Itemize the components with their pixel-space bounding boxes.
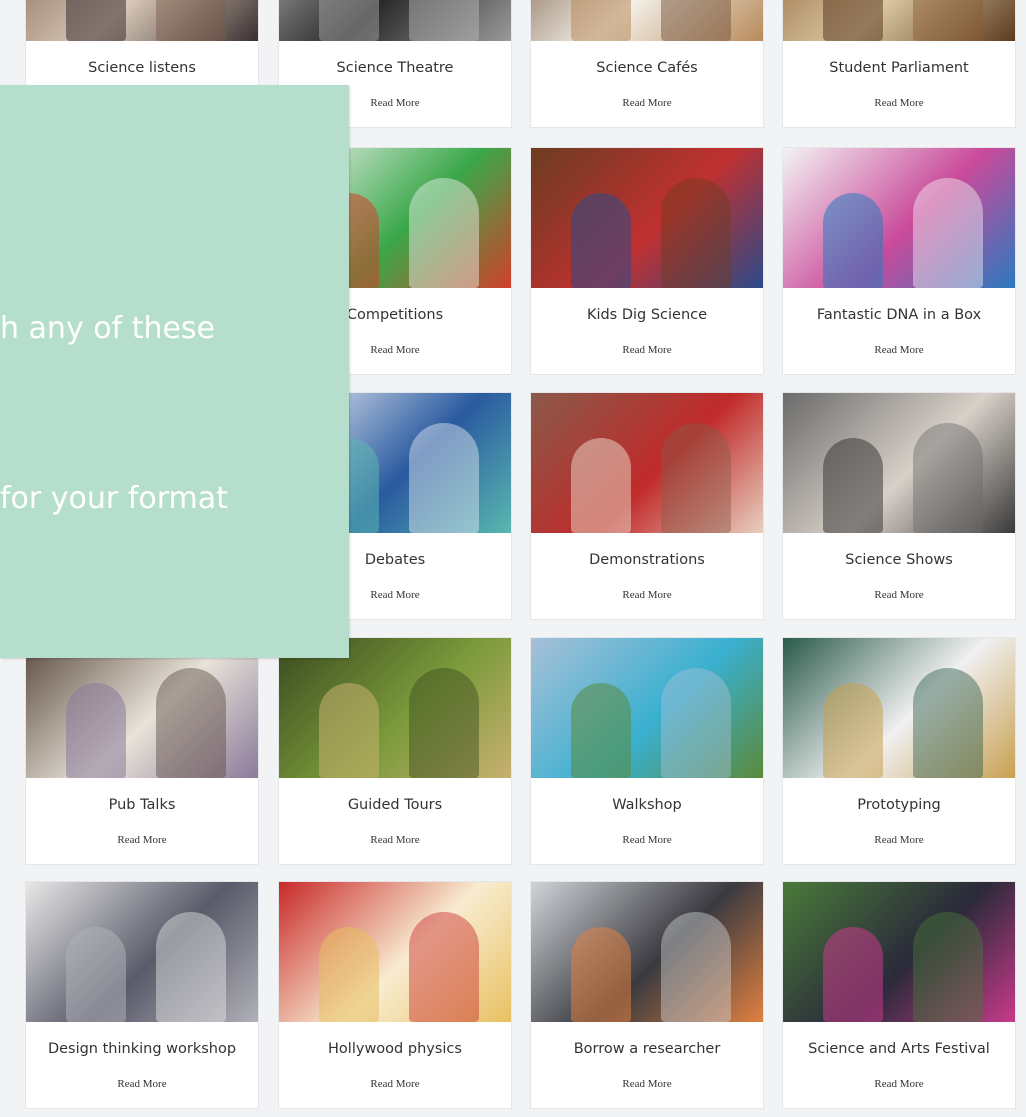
- photo-shape: [571, 927, 631, 1022]
- photo-shape: [319, 0, 379, 41]
- card-image[interactable]: [279, 0, 511, 41]
- activity-card[interactable]: Walkshop Read More: [530, 637, 764, 865]
- card-title: Kids Dig Science: [586, 307, 708, 323]
- card-image[interactable]: [531, 638, 763, 778]
- read-more-link[interactable]: Read More: [783, 589, 1015, 601]
- photo-shape: [156, 668, 226, 778]
- activity-card[interactable]: Kids Dig Science Read More: [530, 147, 764, 375]
- read-more-link[interactable]: Read More: [531, 97, 763, 109]
- card-image[interactable]: [783, 638, 1015, 778]
- photo-shape: [66, 927, 126, 1022]
- read-more-link[interactable]: Read More: [531, 834, 763, 846]
- photo-shape: [409, 0, 479, 41]
- photo-shape: [823, 927, 883, 1022]
- photo-shape: [661, 912, 731, 1022]
- card-title: Hollywood physics: [328, 1041, 462, 1057]
- photo-shape: [571, 683, 631, 778]
- read-more-link[interactable]: Read More: [783, 97, 1015, 109]
- photo-shape: [913, 668, 983, 778]
- photo-shape: [409, 423, 479, 533]
- photo-shape: [571, 193, 631, 288]
- card-image[interactable]: [783, 0, 1015, 41]
- photo-shape: [409, 668, 479, 778]
- photo-shape: [823, 0, 883, 41]
- photo-shape: [571, 0, 631, 41]
- card-image[interactable]: [531, 882, 763, 1022]
- read-more-link[interactable]: Read More: [26, 1078, 258, 1090]
- activity-card[interactable]: Demonstrations Read More: [530, 392, 764, 620]
- card-title: Science listens: [88, 60, 196, 76]
- card-title: Student Parliament: [829, 60, 969, 76]
- read-more-link[interactable]: Read More: [531, 589, 763, 601]
- card-image[interactable]: [783, 148, 1015, 288]
- photo-shape: [409, 912, 479, 1022]
- read-more-link[interactable]: Read More: [279, 834, 511, 846]
- card-image[interactable]: [531, 393, 763, 533]
- photo-shape: [823, 438, 883, 533]
- read-more-link[interactable]: Read More: [279, 1078, 511, 1090]
- card-title: Guided Tours: [347, 797, 443, 813]
- card-title: Science and Arts Festival: [808, 1041, 990, 1057]
- activity-card[interactable]: Science and Arts Festival Read More: [782, 881, 1016, 1109]
- photo-shape: [66, 683, 126, 778]
- overlay-panel: h any of these for your format: [0, 85, 349, 658]
- activity-card[interactable]: Science Shows Read More: [782, 392, 1016, 620]
- photo-shape: [319, 683, 379, 778]
- card-title: Borrow a researcher: [573, 1041, 721, 1057]
- overlay-text-line-2: for your format: [0, 481, 228, 516]
- card-title: Science Theatre: [336, 60, 454, 76]
- photo-shape: [913, 423, 983, 533]
- card-title: Pub Talks: [108, 797, 176, 813]
- photo-shape: [661, 0, 731, 41]
- activity-card[interactable]: Science Cafés Read More: [530, 0, 764, 128]
- card-image[interactable]: [279, 882, 511, 1022]
- activity-card[interactable]: Fantastic DNA in a Box Read More: [782, 147, 1016, 375]
- photo-shape: [661, 423, 731, 533]
- photo-shape: [661, 178, 731, 288]
- activity-card[interactable]: Student Parliament Read More: [782, 0, 1016, 128]
- photo-shape: [571, 438, 631, 533]
- card-title: Science Cafés: [596, 60, 698, 76]
- card-image[interactable]: [26, 882, 258, 1022]
- activity-card[interactable]: Pub Talks Read More: [25, 637, 259, 865]
- photo-shape: [913, 0, 983, 41]
- card-image[interactable]: [783, 882, 1015, 1022]
- photo-shape: [156, 912, 226, 1022]
- card-image[interactable]: [26, 0, 258, 41]
- activity-card[interactable]: Borrow a researcher Read More: [530, 881, 764, 1109]
- photo-shape: [409, 178, 479, 288]
- card-title: Prototyping: [857, 797, 941, 813]
- card-image[interactable]: [26, 638, 258, 778]
- photo-shape: [823, 683, 883, 778]
- read-more-link[interactable]: Read More: [783, 344, 1015, 356]
- activity-card[interactable]: Hollywood physics Read More: [278, 881, 512, 1109]
- read-more-link[interactable]: Read More: [783, 1078, 1015, 1090]
- card-title: Fantastic DNA in a Box: [816, 307, 982, 323]
- read-more-link[interactable]: Read More: [783, 834, 1015, 846]
- card-image[interactable]: [531, 148, 763, 288]
- card-title: Demonstrations: [589, 552, 705, 568]
- card-image[interactable]: [279, 638, 511, 778]
- card-title: Walkshop: [612, 797, 682, 813]
- photo-shape: [66, 0, 126, 41]
- read-more-link[interactable]: Read More: [26, 834, 258, 846]
- photo-shape: [319, 927, 379, 1022]
- card-title: Science Shows: [845, 552, 953, 568]
- photo-shape: [661, 668, 731, 778]
- read-more-link[interactable]: Read More: [531, 1078, 763, 1090]
- activity-card[interactable]: Design thinking workshop Read More: [25, 881, 259, 1109]
- read-more-link[interactable]: Read More: [531, 344, 763, 356]
- activity-card[interactable]: Prototyping Read More: [782, 637, 1016, 865]
- card-image[interactable]: [783, 393, 1015, 533]
- photo-shape: [913, 178, 983, 288]
- photo-shape: [823, 193, 883, 288]
- overlay-text-line-1: h any of these: [0, 311, 216, 346]
- photo-shape: [156, 0, 226, 41]
- card-image[interactable]: [531, 0, 763, 41]
- activity-card[interactable]: Guided Tours Read More: [278, 637, 512, 865]
- card-title: Design thinking workshop: [47, 1041, 237, 1057]
- photo-shape: [913, 912, 983, 1022]
